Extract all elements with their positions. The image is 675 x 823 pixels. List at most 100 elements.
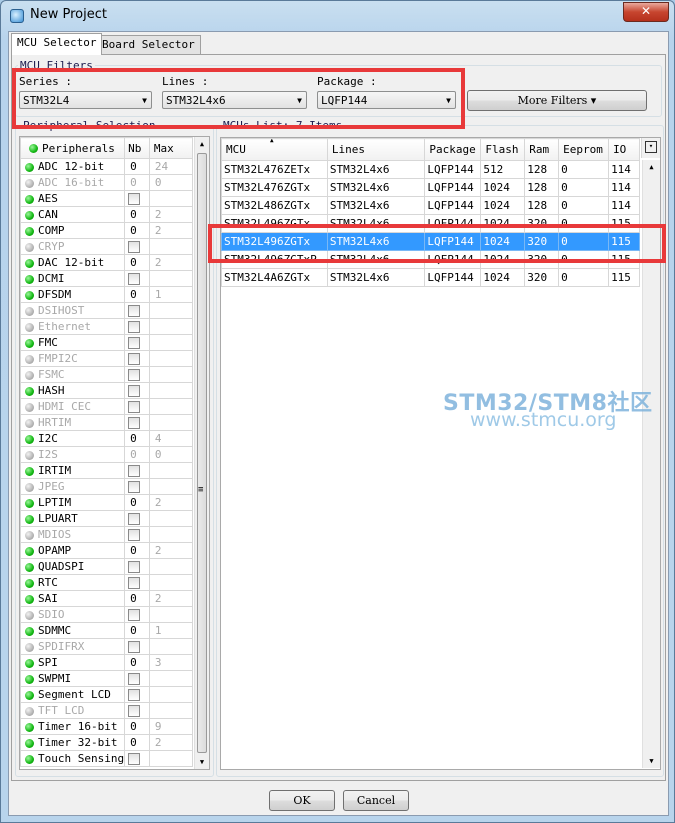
close-button[interactable]: ✕ bbox=[623, 2, 669, 22]
io-header[interactable]: IO bbox=[608, 138, 640, 161]
peripheral-row[interactable]: RTC bbox=[20, 574, 194, 591]
peripheral-checkbox[interactable] bbox=[128, 577, 141, 589]
peripheral-row[interactable]: FMPI2C bbox=[20, 350, 194, 367]
nb-header[interactable]: Nb bbox=[124, 137, 150, 159]
mcu-row[interactable]: STM32L486ZGTx STM32L4x6 LQFP144 1024 128 0 114 bbox=[221, 196, 640, 215]
more-filters-button[interactable]: More Filters ▾ bbox=[467, 90, 647, 111]
scroll-up-icon[interactable]: ▲ bbox=[643, 160, 660, 174]
scroll-thumb[interactable] bbox=[197, 153, 207, 753]
peripheral-row[interactable]: CAN 0 2 bbox=[20, 206, 194, 223]
peripheral-row[interactable]: SPI 0 3 bbox=[20, 654, 194, 671]
peripheral-row[interactable]: DAC 12-bit 0 2 bbox=[20, 254, 194, 271]
peripheral-row[interactable]: LPTIM 0 2 bbox=[20, 494, 194, 511]
column-chooser-button[interactable]: ▾ bbox=[641, 138, 660, 158]
scroll-down-icon[interactable]: ▼ bbox=[643, 754, 660, 768]
peripheral-checkbox[interactable] bbox=[128, 753, 141, 765]
flash-header[interactable]: Flash bbox=[480, 138, 526, 161]
peripheral-nb-value[interactable]: 0 bbox=[124, 622, 150, 639]
peripheral-scrollbar[interactable]: ▲ ≡ ▼ bbox=[194, 137, 209, 769]
peripheral-checkbox[interactable] bbox=[128, 273, 141, 285]
peripheral-nb-value[interactable]: 0 bbox=[124, 254, 150, 271]
package-header[interactable]: Package bbox=[424, 138, 482, 161]
peripheral-row[interactable]: I2S 0 0 bbox=[20, 446, 194, 463]
peripheral-row[interactable]: JPEG bbox=[20, 478, 194, 495]
peripheral-row[interactable]: HRTIM bbox=[20, 414, 194, 431]
mcu-scrollbar[interactable]: ▲ ▼ bbox=[642, 160, 660, 768]
peripheral-row[interactable]: SDMMC 0 1 bbox=[20, 622, 194, 639]
mcu-row[interactable]: STM32L496ZGTxP STM32L4x6 LQFP144 1024 320 0 11… bbox=[221, 250, 640, 269]
peripheral-nb-value[interactable]: 0 bbox=[124, 734, 150, 751]
peripheral-nb-value[interactable]: 0 bbox=[124, 430, 150, 447]
peripheral-row[interactable]: Timer 16-bit 0 9 bbox=[20, 718, 194, 735]
max-header[interactable]: Max bbox=[148, 137, 194, 159]
lines-header[interactable]: Lines bbox=[326, 138, 426, 161]
peripheral-row[interactable]: SPDIFRX bbox=[20, 638, 194, 655]
scroll-up-icon[interactable]: ▲ bbox=[195, 137, 209, 151]
peripheral-row[interactable]: MDIOS bbox=[20, 526, 194, 543]
peripheral-checkbox[interactable] bbox=[128, 513, 141, 525]
peripheral-checkbox[interactable] bbox=[128, 689, 141, 701]
peripheral-checkbox[interactable] bbox=[128, 385, 141, 397]
peripheral-nb-value[interactable]: 0 bbox=[124, 542, 150, 559]
peripheral-row[interactable]: ADC 12-bit 0 24 bbox=[20, 158, 194, 175]
peripheral-row[interactable]: DSIHOST bbox=[20, 302, 194, 319]
peripheral-nb-value[interactable]: 0 bbox=[124, 590, 150, 607]
peripheral-row[interactable]: DCMI bbox=[20, 270, 194, 287]
ram-header[interactable]: Ram bbox=[524, 138, 560, 161]
lines-select[interactable]: STM32L4x6 ▼ bbox=[162, 91, 307, 109]
peripheral-nb-value[interactable]: 0 bbox=[124, 158, 150, 175]
peripheral-row[interactable]: FSMC bbox=[20, 366, 194, 383]
mcu-row[interactable]: STM32L476ZGTx STM32L4x6 LQFP144 1024 128 0 114 bbox=[221, 178, 640, 197]
peripheral-checkbox[interactable] bbox=[128, 561, 141, 573]
peripheral-row[interactable]: SWPMI bbox=[20, 670, 194, 687]
peripherals-header[interactable]: Peripherals bbox=[20, 137, 126, 159]
mcu-header[interactable]: MCU ▲ bbox=[221, 138, 328, 161]
mcu-flash-cell: 512 bbox=[480, 160, 526, 179]
peripheral-nb-value[interactable]: 0 bbox=[124, 222, 150, 239]
peripheral-row[interactable]: QUADSPI bbox=[20, 558, 194, 575]
peripheral-nb-value[interactable]: 0 bbox=[124, 286, 150, 303]
peripheral-checkbox[interactable] bbox=[128, 465, 141, 477]
mcu-row[interactable]: STM32L4A6ZGTx STM32L4x6 LQFP144 1024 320 0 115 bbox=[221, 268, 640, 287]
peripheral-row[interactable]: DFSDM 0 1 bbox=[20, 286, 194, 303]
peripheral-row[interactable]: SDIO bbox=[20, 606, 194, 623]
peripheral-row[interactable]: Ethernet bbox=[20, 318, 194, 335]
mcu-row[interactable]: STM32L496ZGTx STM32L4x6 LQFP144 1024 320 0 115 bbox=[221, 214, 640, 233]
peripheral-row[interactable]: AES bbox=[20, 190, 194, 207]
peripheral-row[interactable]: OPAMP 0 2 bbox=[20, 542, 194, 559]
peripheral-checkbox[interactable] bbox=[128, 193, 141, 205]
eeprom-header[interactable]: Eeprom bbox=[558, 138, 610, 161]
peripheral-nb-value[interactable]: 0 bbox=[124, 718, 150, 735]
tab-mcu-selector[interactable]: MCU Selector bbox=[11, 33, 103, 55]
peripheral-row[interactable]: IRTIM bbox=[20, 462, 194, 479]
peripheral-row[interactable]: I2C 0 4 bbox=[20, 430, 194, 447]
cancel-button[interactable]: Cancel bbox=[343, 790, 409, 811]
peripheral-row[interactable]: LPUART bbox=[20, 510, 194, 527]
peripheral-row[interactable]: HDMI CEC bbox=[20, 398, 194, 415]
tab-board-selector[interactable]: Board Selector bbox=[96, 35, 201, 54]
peripheral-row[interactable]: HASH bbox=[20, 382, 194, 399]
package-select[interactable]: LQFP144 ▼ bbox=[317, 91, 456, 109]
scroll-down-icon[interactable]: ▼ bbox=[195, 755, 209, 769]
peripheral-list[interactable]: Peripherals Nb Max ADC 12-bit 0 24 ADC 16-b… bbox=[19, 136, 210, 770]
peripheral-row[interactable]: CRYP bbox=[20, 238, 194, 255]
mcu-row[interactable]: STM32L476ZETx STM32L4x6 LQFP144 512 128 0 114 bbox=[221, 160, 640, 179]
peripheral-row[interactable]: Timer 32-bit 0 2 bbox=[20, 734, 194, 751]
peripheral-row[interactable]: COMP 0 2 bbox=[20, 222, 194, 239]
peripheral-nb-value[interactable]: 0 bbox=[124, 654, 150, 671]
peripheral-checkbox[interactable] bbox=[128, 673, 141, 685]
peripheral-nb-value[interactable]: 0 bbox=[124, 494, 150, 511]
series-select[interactable]: STM32L4 ▼ bbox=[19, 91, 152, 109]
peripheral-checkbox[interactable] bbox=[128, 337, 141, 349]
mcu-list[interactable]: MCU ▲ Lines Package Flash Ram Eeprom IO S… bbox=[220, 137, 661, 770]
peripheral-row[interactable]: TFT LCD bbox=[20, 702, 194, 719]
peripheral-row[interactable]: FMC bbox=[20, 334, 194, 351]
peripheral-nb-value[interactable]: 0 bbox=[124, 206, 150, 223]
mcu-row-selected[interactable]: STM32L496ZGTx STM32L4x6 LQFP144 1024 320 0 115 bbox=[221, 232, 640, 251]
peripheral-row[interactable]: Touch Sensing bbox=[20, 750, 194, 767]
peripheral-row[interactable]: SAI 0 2 bbox=[20, 590, 194, 607]
peripheral-row[interactable]: Segment LCD bbox=[20, 686, 194, 703]
ok-button[interactable]: OK bbox=[269, 790, 335, 811]
title-bar[interactable]: New Project ✕ bbox=[1, 1, 674, 29]
peripheral-row[interactable]: ADC 16-bit 0 0 bbox=[20, 174, 194, 191]
